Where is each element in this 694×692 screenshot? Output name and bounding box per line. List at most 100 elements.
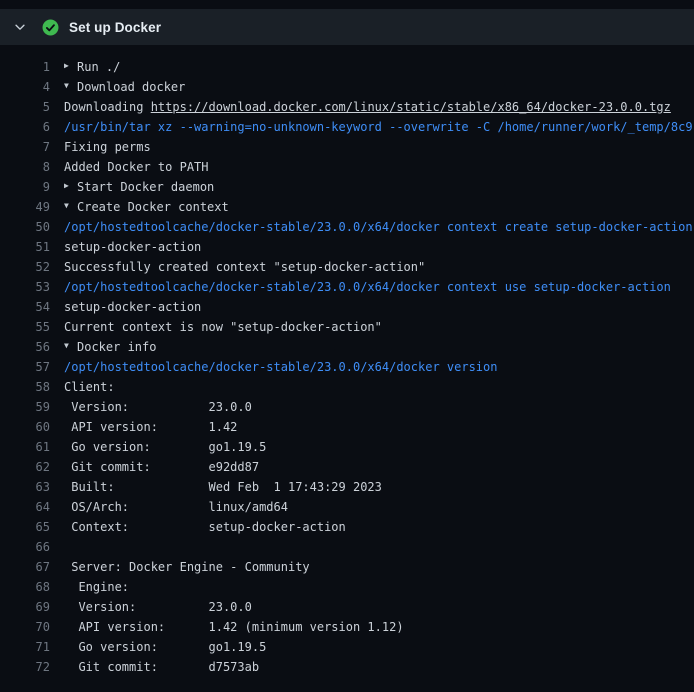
log-text: Engine: [64, 577, 129, 597]
line-number[interactable]: 64 [0, 497, 64, 517]
group-title: Run ./ [77, 60, 120, 74]
log-text: Context: setup-docker-action [64, 517, 346, 537]
line-number[interactable]: 4 [0, 77, 64, 97]
line-number[interactable]: 70 [0, 617, 64, 637]
line-number[interactable]: 57 [0, 357, 64, 377]
log-line: 1▶Run ./ [0, 57, 694, 77]
log-line: 7Fixing perms [0, 137, 694, 157]
log-line: 72 Git commit: d7573ab [0, 657, 694, 677]
log-text: Successfully created context "setup-dock… [64, 257, 425, 277]
group-expanded-icon[interactable]: ▼ [64, 197, 77, 217]
line-number[interactable]: 6 [0, 117, 64, 137]
log-text: Git commit: e92dd87 [64, 457, 259, 477]
log-group-toggle[interactable]: ▼Create Docker context [64, 197, 229, 218]
line-number[interactable]: 61 [0, 437, 64, 457]
log-output: 1▶Run ./4▼Download docker5Downloading ht… [0, 45, 694, 677]
log-line: 62 Git commit: e92dd87 [0, 457, 694, 477]
line-number[interactable]: 7 [0, 137, 64, 157]
log-url-link[interactable]: https://download.docker.com/linux/static… [151, 100, 671, 114]
chevron-down-icon[interactable] [12, 19, 28, 35]
check-circle-icon [42, 19, 59, 36]
log-text: Current context is now "setup-docker-act… [64, 317, 382, 337]
log-line: 59 Version: 23.0.0 [0, 397, 694, 417]
group-title: Create Docker context [77, 200, 229, 214]
line-number[interactable]: 65 [0, 517, 64, 537]
line-number[interactable]: 68 [0, 577, 64, 597]
log-text: /opt/hostedtoolcache/docker-stable/23.0.… [64, 217, 693, 237]
line-number[interactable]: 63 [0, 477, 64, 497]
log-line: 61 Go version: go1.19.5 [0, 437, 694, 457]
log-line: 49▼Create Docker context [0, 197, 694, 217]
line-number[interactable]: 72 [0, 657, 64, 677]
log-text: Client: [64, 377, 115, 397]
line-number[interactable]: 58 [0, 377, 64, 397]
log-group-toggle[interactable]: ▶Run ./ [64, 57, 120, 78]
step-title: Set up Docker [69, 20, 161, 35]
log-text: Downloading https://download.docker.com/… [64, 97, 671, 117]
log-line: 55Current context is now "setup-docker-a… [0, 317, 694, 337]
group-expanded-icon[interactable]: ▼ [64, 77, 77, 97]
log-line: 70 API version: 1.42 (minimum version 1.… [0, 617, 694, 637]
line-number[interactable]: 55 [0, 317, 64, 337]
log-text: Git commit: d7573ab [64, 657, 259, 677]
log-text: API version: 1.42 (minimum version 1.12) [64, 617, 404, 637]
log-text: Version: 23.0.0 [64, 397, 252, 417]
log-text: Fixing perms [64, 137, 151, 157]
line-number[interactable]: 52 [0, 257, 64, 277]
log-line: 6/usr/bin/tar xz --warning=no-unknown-ke… [0, 117, 694, 137]
line-number[interactable]: 51 [0, 237, 64, 257]
log-text: Added Docker to PATH [64, 157, 209, 177]
log-line: 53/opt/hostedtoolcache/docker-stable/23.… [0, 277, 694, 297]
log-line: 54setup-docker-action [0, 297, 694, 317]
line-number[interactable]: 54 [0, 297, 64, 317]
group-title: Docker info [77, 340, 156, 354]
log-text: Server: Docker Engine - Community [64, 557, 310, 577]
log-line: 66 [0, 537, 694, 557]
log-group-toggle[interactable]: ▼Download docker [64, 77, 185, 98]
line-number[interactable]: 66 [0, 537, 64, 557]
line-number[interactable]: 50 [0, 217, 64, 237]
log-text: /opt/hostedtoolcache/docker-stable/23.0.… [64, 357, 497, 377]
line-number[interactable]: 8 [0, 157, 64, 177]
log-line: 60 API version: 1.42 [0, 417, 694, 437]
group-title: Start Docker daemon [77, 180, 214, 194]
log-line: 5Downloading https://download.docker.com… [0, 97, 694, 117]
log-text: setup-docker-action [64, 237, 201, 257]
log-line: 9▶Start Docker daemon [0, 177, 694, 197]
group-expanded-icon[interactable]: ▼ [64, 337, 77, 357]
group-collapsed-icon[interactable]: ▶ [64, 177, 77, 197]
log-line: 64 OS/Arch: linux/amd64 [0, 497, 694, 517]
log-text: setup-docker-action [64, 297, 201, 317]
line-number[interactable]: 49 [0, 197, 64, 217]
log-line: 58Client: [0, 377, 694, 397]
log-line: 56▼Docker info [0, 337, 694, 357]
log-line: 4▼Download docker [0, 77, 694, 97]
log-line: 8Added Docker to PATH [0, 157, 694, 177]
log-line: 71 Go version: go1.19.5 [0, 637, 694, 657]
log-line: 69 Version: 23.0.0 [0, 597, 694, 617]
line-number[interactable]: 60 [0, 417, 64, 437]
log-line: 52Successfully created context "setup-do… [0, 257, 694, 277]
line-number[interactable]: 9 [0, 177, 64, 197]
step-header-setup-docker[interactable]: Set up Docker [0, 9, 694, 45]
line-number[interactable]: 5 [0, 97, 64, 117]
line-number[interactable]: 67 [0, 557, 64, 577]
log-group-toggle[interactable]: ▼Docker info [64, 337, 156, 358]
line-number[interactable]: 56 [0, 337, 64, 357]
log-text: Version: 23.0.0 [64, 597, 252, 617]
line-number[interactable]: 62 [0, 457, 64, 477]
line-number[interactable]: 59 [0, 397, 64, 417]
line-number[interactable]: 53 [0, 277, 64, 297]
log-line: 65 Context: setup-docker-action [0, 517, 694, 537]
line-number[interactable]: 71 [0, 637, 64, 657]
log-text: Go version: go1.19.5 [64, 437, 266, 457]
line-number[interactable]: 69 [0, 597, 64, 617]
line-number[interactable]: 1 [0, 57, 64, 77]
log-line: 63 Built: Wed Feb 1 17:43:29 2023 [0, 477, 694, 497]
log-line: 51setup-docker-action [0, 237, 694, 257]
log-text: /opt/hostedtoolcache/docker-stable/23.0.… [64, 277, 671, 297]
group-collapsed-icon[interactable]: ▶ [64, 57, 77, 77]
log-group-toggle[interactable]: ▶Start Docker daemon [64, 177, 214, 198]
log-text: Go version: go1.19.5 [64, 637, 266, 657]
log-text: OS/Arch: linux/amd64 [64, 497, 288, 517]
